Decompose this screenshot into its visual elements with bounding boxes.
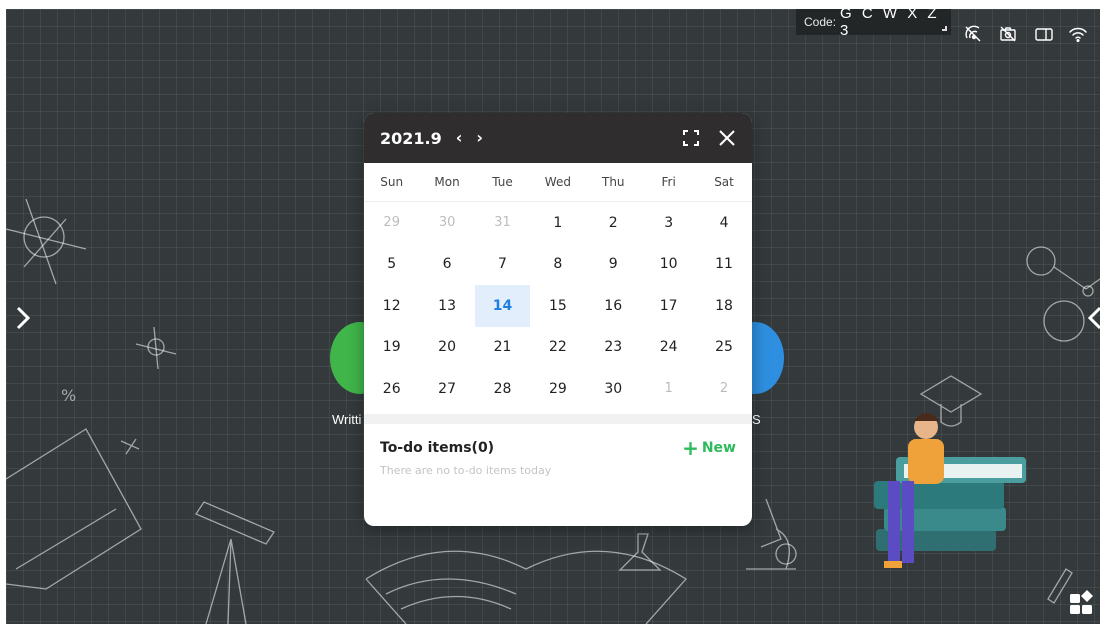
weekday-row: Sun Mon Tue Wed Thu Fri Sat	[364, 163, 752, 202]
weekday-label: Tue	[492, 175, 513, 189]
date-cell[interactable]: 27	[419, 368, 474, 410]
window-icon[interactable]	[1034, 24, 1054, 44]
date-cell[interactable]: 26	[364, 368, 419, 410]
blue-app-label: S	[752, 412, 761, 427]
apps-grid-icon[interactable]	[1068, 588, 1096, 616]
plus-icon: +	[682, 435, 699, 460]
weekday-label: Sat	[714, 175, 734, 189]
wifi-icon[interactable]	[1068, 24, 1088, 44]
date-cell-other-month[interactable]: 2	[696, 368, 751, 410]
date-cell-other-month[interactable]: 30	[419, 202, 474, 244]
date-cell-other-month[interactable]: 1	[641, 368, 696, 410]
date-cell[interactable]: 24	[641, 327, 696, 369]
new-todo-button[interactable]: + New	[682, 438, 736, 458]
date-cell[interactable]: 29	[530, 368, 585, 410]
date-cell[interactable]: 11	[696, 244, 751, 286]
date-cell[interactable]: 1	[530, 202, 585, 244]
week-row: 5 6 7 8 9 10 11	[364, 244, 752, 286]
next-month-button[interactable]: ›	[476, 130, 483, 146]
weekday-label: Mon	[434, 175, 460, 189]
week-row: 12 13 14 15 16 17 18	[364, 285, 752, 327]
date-cell[interactable]: 9	[586, 244, 641, 286]
todo-header: To-do items(0) + New	[380, 438, 736, 458]
calendar-popup: 2021.9 ‹ › Sun Mon Tue Wed Thu Fri Sat 29 30 31 1…	[364, 113, 752, 526]
date-cell[interactable]: 18	[696, 285, 751, 327]
code-value: G C W X Z 3	[840, 5, 940, 39]
date-cell[interactable]: 8	[530, 244, 585, 286]
camera-off-icon[interactable]	[998, 24, 1018, 44]
close-icon[interactable]	[718, 129, 736, 147]
week-row: 29 30 31 1 2 3 4	[364, 202, 752, 244]
date-cell[interactable]: 12	[364, 285, 419, 327]
date-cell[interactable]: 5	[364, 244, 419, 286]
date-cell[interactable]: 7	[475, 244, 530, 286]
week-row: 26 27 28 29 30 1 2	[364, 368, 752, 410]
todo-empty-message: There are no to-do items today	[380, 463, 552, 477]
date-cell[interactable]: 28	[475, 368, 530, 410]
month-label: 2021.9	[380, 128, 442, 148]
date-cell[interactable]: 21	[475, 327, 530, 369]
weekday-label: Sun	[380, 175, 404, 189]
date-grid: 29 30 31 1 2 3 4 5 6 7 8 9 10 11 12 13 14 15 16 17 18 19 20 21 2…	[364, 202, 752, 410]
date-cell[interactable]: 23	[586, 327, 641, 369]
date-cell[interactable]: 25	[696, 327, 751, 369]
screen-cast-off-icon[interactable]	[963, 24, 983, 44]
week-row: 19 20 21 22 23 24 25	[364, 327, 752, 369]
svg-text:%: %	[61, 386, 76, 405]
date-cell[interactable]: 10	[641, 244, 696, 286]
date-cell-today[interactable]: 14	[474, 285, 531, 327]
prev-month-button[interactable]: ‹	[456, 130, 463, 146]
date-cell[interactable]: 22	[530, 327, 585, 369]
date-cell[interactable]: 4	[696, 202, 751, 244]
weekday-label: Thu	[601, 175, 625, 189]
date-cell[interactable]: 3	[641, 202, 696, 244]
date-cell[interactable]: 19	[364, 327, 419, 369]
date-cell[interactable]: 20	[419, 327, 474, 369]
date-cell-other-month[interactable]: 29	[364, 202, 419, 244]
date-cell[interactable]: 6	[419, 244, 474, 286]
writing-app-label: Writti	[332, 412, 362, 427]
new-label: New	[701, 439, 736, 456]
section-divider	[364, 413, 752, 424]
date-cell[interactable]: 17	[641, 285, 696, 327]
calendar-header: 2021.9 ‹ ›	[364, 113, 752, 163]
todo-section: To-do items(0) + New There are no to-do …	[364, 424, 752, 491]
date-cell[interactable]: 13	[419, 285, 474, 327]
expand-icon[interactable]	[682, 129, 700, 147]
date-cell-other-month[interactable]: 31	[475, 202, 530, 244]
weekday-label: Wed	[544, 175, 571, 189]
date-cell[interactable]: 30	[586, 368, 641, 410]
code-corner-icon	[942, 26, 947, 31]
code-label: Code:	[804, 15, 837, 29]
weekday-label: Fri	[661, 175, 676, 189]
date-cell[interactable]: 16	[586, 285, 641, 327]
date-cell[interactable]: 15	[530, 285, 585, 327]
chevron-right-icon[interactable]	[14, 304, 32, 332]
room-code-display[interactable]: Code: G C W X Z 3	[796, 5, 951, 39]
date-cell[interactable]: 2	[586, 202, 641, 244]
chevron-left-icon[interactable]	[1086, 304, 1104, 332]
todo-title: To-do items(0)	[380, 439, 495, 456]
